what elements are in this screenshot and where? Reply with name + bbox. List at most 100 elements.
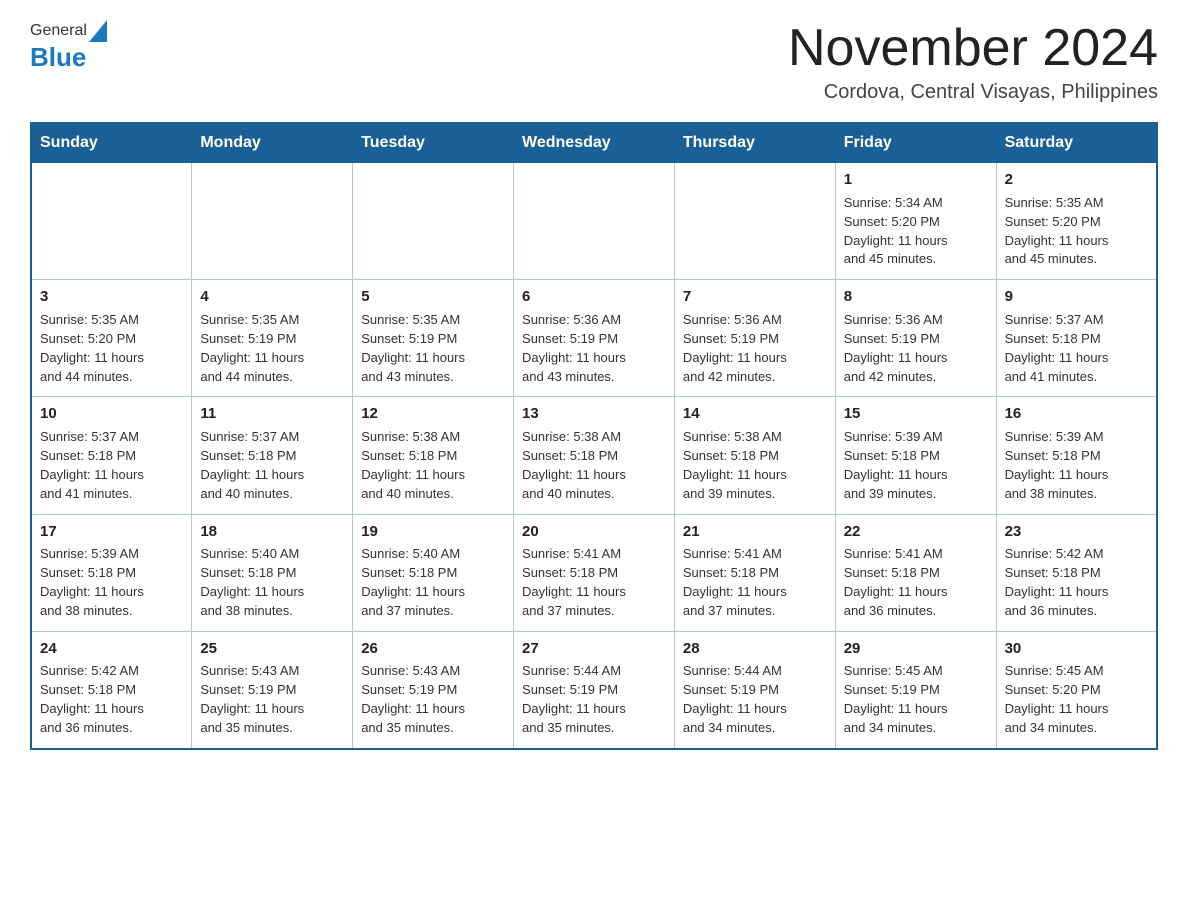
logo-general-text: General [30,22,87,40]
day-number: 13 [522,403,666,425]
calendar-cell [514,163,675,280]
day-number: 1 [844,169,988,191]
day-header-row: SundayMondayTuesdayWednesdayThursdayFrid… [31,123,1157,163]
week-row-1: 1 Sunrise: 5:34 AMSunset: 5:20 PMDaylight… [31,163,1157,280]
day-number: 11 [200,403,344,425]
day-info: Sunrise: 5:44 AMSunset: 5:19 PMDaylight:… [522,663,626,735]
day-info: Sunrise: 5:43 AMSunset: 5:19 PMDaylight:… [200,663,304,735]
day-number: 14 [683,403,827,425]
calendar-cell: 27Sunrise: 5:44 AMSunset: 5:19 PMDayligh… [514,631,675,749]
calendar-cell: 9 Sunrise: 5:37 AMSunset: 5:18 PMDaylight… [996,280,1157,397]
week-row-2: 3Sunrise: 5:35 AMSunset: 5:20 PMDaylight… [31,280,1157,397]
day-number: 10 [40,403,183,425]
day-info: Sunrise: 5:36 AMSunset: 5:19 PMDaylight:… [522,312,626,384]
day-header-saturday: Saturday [996,123,1157,163]
calendar-cell: 1 Sunrise: 5:34 AMSunset: 5:20 PMDaylight… [835,163,996,280]
day-number: 15 [844,403,988,425]
calendar-cell: 2 Sunrise: 5:35 AMSunset: 5:20 PMDaylight… [996,163,1157,280]
week-row-3: 10 Sunrise: 5:37 AMSunset: 5:18 PMDayligh… [31,397,1157,514]
week-row-5: 24 Sunrise: 5:42 AMSunset: 5:18 PMDayligh… [31,631,1157,749]
calendar-cell [31,163,192,280]
calendar-cell: 18Sunrise: 5:40 AMSunset: 5:18 PMDayligh… [192,514,353,631]
day-number: 9 [1005,286,1148,308]
day-number: 23 [1005,521,1148,543]
day-header-sunday: Sunday [31,123,192,163]
calendar-cell: 10 Sunrise: 5:37 AMSunset: 5:18 PMDayligh… [31,397,192,514]
calendar-cell: 30 Sunrise: 5:45 AMSunset: 5:20 PMDayligh… [996,631,1157,749]
calendar-cell: 20 Sunrise: 5:41 AMSunset: 5:18 PMDayligh… [514,514,675,631]
day-number: 7 [683,286,827,308]
day-info: Sunrise: 5:37 AMSunset: 5:18 PMDaylight:… [200,429,304,501]
day-number: 2 [1005,169,1148,191]
calendar-cell: 8 Sunrise: 5:36 AMSunset: 5:19 PMDaylight… [835,280,996,397]
day-info: Sunrise: 5:37 AMSunset: 5:18 PMDaylight:… [40,429,144,501]
day-number: 22 [844,521,988,543]
day-info: Sunrise: 5:39 AMSunset: 5:18 PMDaylight:… [844,429,948,501]
day-info: Sunrise: 5:44 AMSunset: 5:19 PMDaylight:… [683,663,787,735]
day-number: 21 [683,521,827,543]
title-area: November 2024 Cordova, Central Visayas, … [788,20,1158,104]
day-info: Sunrise: 5:43 AMSunset: 5:19 PMDaylight:… [361,663,465,735]
day-info: Sunrise: 5:39 AMSunset: 5:18 PMDaylight:… [40,546,144,618]
day-number: 19 [361,521,505,543]
day-info: Sunrise: 5:35 AMSunset: 5:20 PMDaylight:… [1005,195,1109,267]
logo: General [30,20,109,42]
day-info: Sunrise: 5:45 AMSunset: 5:19 PMDaylight:… [844,663,948,735]
day-header-thursday: Thursday [674,123,835,163]
calendar-header: SundayMondayTuesdayWednesdayThursdayFrid… [31,123,1157,163]
day-info: Sunrise: 5:45 AMSunset: 5:20 PMDaylight:… [1005,663,1109,735]
day-info: Sunrise: 5:38 AMSunset: 5:18 PMDaylight:… [361,429,465,501]
day-number: 25 [200,638,344,660]
day-number: 4 [200,286,344,308]
calendar-cell: 22 Sunrise: 5:41 AMSunset: 5:18 PMDayligh… [835,514,996,631]
calendar-cell: 16 Sunrise: 5:39 AMSunset: 5:18 PMDayligh… [996,397,1157,514]
calendar-cell: 26 Sunrise: 5:43 AMSunset: 5:19 PMDayligh… [353,631,514,749]
day-info: Sunrise: 5:35 AMSunset: 5:19 PMDaylight:… [200,312,304,384]
day-info: Sunrise: 5:38 AMSunset: 5:18 PMDaylight:… [683,429,787,501]
calendar-table: SundayMondayTuesdayWednesdayThursdayFrid… [30,122,1158,750]
calendar-cell [674,163,835,280]
day-info: Sunrise: 5:39 AMSunset: 5:18 PMDaylight:… [1005,429,1109,501]
logo-triangle-icon [88,20,108,42]
day-header-monday: Monday [192,123,353,163]
day-info: Sunrise: 5:35 AMSunset: 5:20 PMDaylight:… [40,312,144,384]
calendar-cell: 25 Sunrise: 5:43 AMSunset: 5:19 PMDayligh… [192,631,353,749]
calendar-cell: 14 Sunrise: 5:38 AMSunset: 5:18 PMDayligh… [674,397,835,514]
day-number: 20 [522,521,666,543]
day-info: Sunrise: 5:41 AMSunset: 5:18 PMDaylight:… [522,546,626,618]
calendar-cell: 3Sunrise: 5:35 AMSunset: 5:20 PMDaylight… [31,280,192,397]
calendar-cell: 6Sunrise: 5:36 AMSunset: 5:19 PMDaylight… [514,280,675,397]
calendar-cell: 24 Sunrise: 5:42 AMSunset: 5:18 PMDayligh… [31,631,192,749]
page-subtitle: Cordova, Central Visayas, Philippines [788,81,1158,104]
day-info: Sunrise: 5:36 AMSunset: 5:19 PMDaylight:… [844,312,948,384]
header: General Blue November 2024 Cordova, Cent… [30,20,1158,104]
day-number: 8 [844,286,988,308]
calendar-cell: 4 Sunrise: 5:35 AMSunset: 5:19 PMDaylight… [192,280,353,397]
day-number: 30 [1005,638,1148,660]
day-info: Sunrise: 5:41 AMSunset: 5:18 PMDaylight:… [683,546,787,618]
day-info: Sunrise: 5:37 AMSunset: 5:18 PMDaylight:… [1005,312,1109,384]
day-number: 29 [844,638,988,660]
calendar-cell [192,163,353,280]
calendar-cell: 17Sunrise: 5:39 AMSunset: 5:18 PMDayligh… [31,514,192,631]
day-number: 16 [1005,403,1148,425]
logo-area: General Blue [30,20,109,73]
day-info: Sunrise: 5:34 AMSunset: 5:20 PMDaylight:… [844,195,948,267]
day-header-friday: Friday [835,123,996,163]
day-info: Sunrise: 5:41 AMSunset: 5:18 PMDaylight:… [844,546,948,618]
day-info: Sunrise: 5:42 AMSunset: 5:18 PMDaylight:… [40,663,144,735]
calendar-cell [353,163,514,280]
calendar-body: 1 Sunrise: 5:34 AMSunset: 5:20 PMDaylight… [31,163,1157,749]
day-info: Sunrise: 5:35 AMSunset: 5:19 PMDaylight:… [361,312,465,384]
calendar-cell: 29 Sunrise: 5:45 AMSunset: 5:19 PMDayligh… [835,631,996,749]
day-info: Sunrise: 5:40 AMSunset: 5:18 PMDaylight:… [200,546,304,618]
page-title: November 2024 [788,20,1158,77]
calendar-cell: 19Sunrise: 5:40 AMSunset: 5:18 PMDayligh… [353,514,514,631]
calendar-cell: 11 Sunrise: 5:37 AMSunset: 5:18 PMDayligh… [192,397,353,514]
calendar-cell: 7 Sunrise: 5:36 AMSunset: 5:19 PMDaylight… [674,280,835,397]
day-header-tuesday: Tuesday [353,123,514,163]
day-info: Sunrise: 5:36 AMSunset: 5:19 PMDaylight:… [683,312,787,384]
day-info: Sunrise: 5:38 AMSunset: 5:18 PMDaylight:… [522,429,626,501]
day-number: 26 [361,638,505,660]
day-number: 24 [40,638,183,660]
